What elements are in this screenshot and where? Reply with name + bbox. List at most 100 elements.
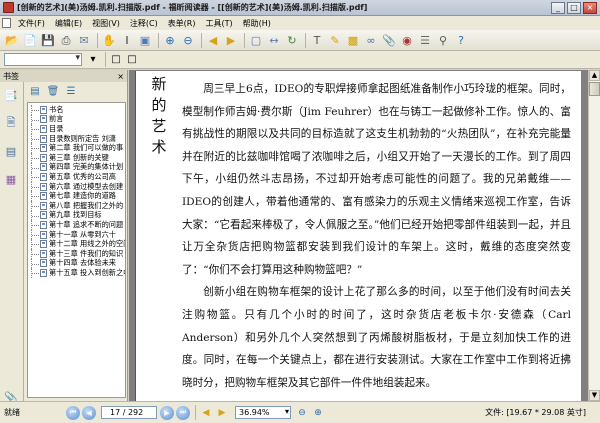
paragraph: 周三早上6点，IDEO的专职焊接师拿起图纸准备制作小巧玲珑的框架。同时，模型制作… [182,83,571,276]
delete-bookmark-icon[interactable]: 🗑 [47,86,60,98]
main-toolbar: 📂 📄 💾 ⎙ ✉ ✋ I ▣ ⊕ ⊖ ◀ ▶ ▢ ↔ ↻ T ✎ ▩ ∞ 📎 … [0,30,600,51]
bookmarks-tab-icon[interactable]: 📑 [3,86,19,104]
zoom-in-small-icon[interactable]: ⊕ [311,406,325,419]
chevron-down-icon[interactable]: ▾ [86,53,100,67]
menu-file[interactable]: 文件(F) [13,18,50,29]
fit-page-icon[interactable]: ▢ [248,32,264,48]
bookmark-item[interactable]: 第十二章 用线之外的空间 [31,239,125,249]
bookmark-item[interactable]: 第三章 创新的关键 [31,153,125,163]
window-controls: _ □ × [551,1,597,14]
document-view[interactable]: 新的艺术 周三早上6点，IDEO的专职焊接师拿起图纸准备制作小巧玲珑的框架。同时… [129,70,588,401]
zoom-out-icon[interactable]: ⊖ [180,32,196,48]
bookmark-item[interactable]: 第九章 找到目标 [31,210,125,221]
link-icon[interactable]: ∞ [363,32,379,48]
expand-icon[interactable]: ▤ [29,86,41,98]
bookmark-icon [40,172,47,181]
bookmark-icon [40,259,47,268]
bookmark-item[interactable]: 书名 [31,105,125,115]
prev-page-icon[interactable]: ◀ [82,405,96,420]
menu-view[interactable]: 视图(V) [87,18,125,29]
save-icon[interactable]: 💾 [40,32,56,48]
fit-width-icon[interactable]: ↔ [266,32,282,48]
bookmark-item[interactable]: 第二章 我们可以做的事 [31,143,125,153]
pages-tab-icon[interactable]: 🗎 [3,114,19,132]
print-icon[interactable]: ⎙ [58,32,74,48]
bookmark-item[interactable]: 第八章 把握我们之外的 [31,201,125,211]
close-button[interactable]: × [583,1,597,14]
minimize-button[interactable]: _ [551,1,565,14]
bookmark-item[interactable]: 目录数则所定告 刘潇 [31,134,125,144]
zoom-out-small-icon[interactable]: ⊖ [295,406,309,419]
menu-comment[interactable]: 注释(C) [125,18,163,29]
menu-edit[interactable]: 编辑(E) [50,18,87,29]
italic-icon[interactable]: □ [125,53,139,67]
bookmark-icon [40,182,47,191]
status-bar: 就绪 ⏮ ◀ 17 / 292 ▶ ⏭ ◀ ▶ 36.94% ⊖ ⊕ 文件: [… [0,401,600,423]
bookmark-icon [40,268,47,277]
bookmark-item[interactable]: 第十五章 投入到创新之中 [31,268,125,278]
rotate-icon[interactable]: ↻ [284,32,300,48]
panel-close-button[interactable]: × [117,72,124,81]
panel-tabs: 📑 🗎 ▤ ▦ 📎 [0,82,24,404]
bookmark-icon [40,124,47,133]
prev-view-icon[interactable]: ◀ [199,406,213,419]
pdf-page: 新的艺术 周三早上6点，IDEO的专职焊接师拿起图纸准备制作小巧玲珑的框架。同时… [135,71,581,401]
open-file-icon[interactable]: 📄 [22,32,38,48]
typewriter-icon[interactable]: T [309,32,325,48]
menu-help[interactable]: 帮助(H) [238,18,276,29]
bookmark-item[interactable]: 前言 [31,114,125,125]
bookmark-icon [40,134,47,143]
layers-tab-icon[interactable]: ▤ [3,142,19,160]
bookmark-item[interactable]: 第十四章 去体验未来 [31,258,125,269]
attach-icon[interactable]: 📎 [381,32,397,48]
bookmark-item[interactable]: 第十三章 件我们的知识 [31,249,125,259]
vertical-scrollbar[interactable]: ▲ ▼ [588,70,600,401]
bookmark-item[interactable]: 第四章 完美的集体计划 [31,162,125,173]
bookmark-icon [40,192,47,201]
next-page-icon[interactable]: ▶ [160,405,174,420]
toolbar-separator [244,32,245,48]
email-icon[interactable]: ✉ [76,32,92,48]
note-icon[interactable]: ✎ [327,32,343,48]
font-combo[interactable] [4,53,82,66]
bookmark-item[interactable]: 第十章 追求不断的问题 [31,220,125,230]
select-text-icon[interactable]: I [119,32,135,48]
forward-icon[interactable]: ▶ [223,32,239,48]
page-number-input[interactable]: 17 / 292 [101,406,157,419]
window-title: [创新的艺术](美)汤姆.凯利.扫描版.pdf - 福昕阅读器 - [[创新的艺… [17,3,368,12]
last-page-icon[interactable]: ⏭ [176,405,190,420]
bookmark-item[interactable]: 第十一章 从零到六十 [31,230,125,240]
bookmark-item[interactable]: 第七章 建造你的道路 [31,191,125,201]
scroll-up-icon[interactable]: ▲ [589,70,600,81]
maximize-button[interactable]: □ [567,1,581,14]
back-icon[interactable]: ◀ [205,32,221,48]
bookmark-item[interactable]: 第六章 通过模型去创建 [31,182,125,192]
zoom-level-select[interactable]: 36.94% [235,406,291,419]
scroll-thumb[interactable] [589,82,600,96]
stamp-icon[interactable]: ◉ [399,32,415,48]
ruler-icon[interactable]: ☰ [417,32,433,48]
bookmark-icon [40,211,47,220]
title-bar: [创新的艺术](美)汤姆.凯利.扫描版.pdf - 福昕阅读器 - [[创新的艺… [0,0,600,16]
new-bookmark-icon[interactable]: ☰ [65,86,77,98]
open-folder-icon[interactable]: 📂 [4,32,20,48]
snapshot-icon[interactable]: ▣ [137,32,153,48]
page-side-title: 新的艺术 [151,75,167,156]
menu-tools[interactable]: 工具(T) [201,18,238,29]
hand-icon[interactable]: ✋ [101,32,117,48]
scroll-down-icon[interactable]: ▼ [589,390,600,401]
help-icon[interactable]: ? [453,32,469,48]
bookmark-item[interactable]: 第五章 优秀的公司高 [31,172,125,182]
menu-form[interactable]: 表单(R) [163,18,201,29]
comments-tab-icon[interactable]: ▦ [3,170,19,188]
bookmark-icon [40,240,47,249]
bold-icon[interactable]: □ [109,53,123,67]
toolbar-separator [158,32,159,48]
next-view-icon[interactable]: ▶ [215,406,229,419]
page-size-readout: 文件: [19.67 * 29.08 英寸] [485,408,586,417]
highlight-icon[interactable]: ▩ [345,32,361,48]
zoom-in-icon[interactable]: ⊕ [162,32,178,48]
bookmark-item[interactable]: 目录 [31,124,125,134]
search-icon[interactable]: ⚲ [435,32,451,48]
first-page-icon[interactable]: ⏮ [66,405,80,420]
